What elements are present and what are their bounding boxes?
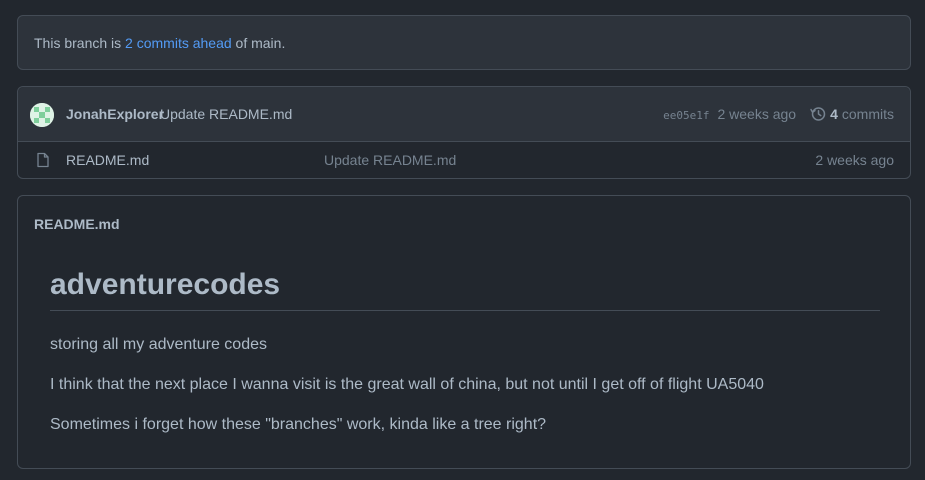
- readme-panel: README.md adventurecodes storing all my …: [17, 195, 911, 469]
- file-icon: [35, 152, 51, 171]
- file-commit-time: 2 weeks ago: [815, 152, 894, 168]
- commits-ahead-link[interactable]: 2 commits ahead: [125, 35, 232, 51]
- readme-header[interactable]: README.md: [34, 216, 120, 232]
- branch-status-prefix: This branch is: [34, 35, 126, 51]
- branch-status-suffix: of main.: [231, 35, 286, 51]
- file-commit-message-link[interactable]: Update README.md: [324, 152, 456, 168]
- readme-paragraph: I think that the next place I wanna visi…: [50, 376, 764, 393]
- readme-paragraph: storing all my adventure codes: [50, 336, 267, 353]
- readme-paragraph: Sometimes i forget how these "branches" …: [50, 416, 547, 433]
- commit-count-label: commits: [841, 106, 894, 122]
- commit-meta: ee05e1f 2 weeks ago 4 commits: [663, 106, 894, 122]
- file-name-link[interactable]: README.md: [66, 152, 149, 168]
- file-row[interactable]: README.md Update README.md 2 weeks ago: [18, 141, 910, 179]
- file-browser: JonahExplorer Update README.md ee05e1f 2…: [17, 86, 911, 179]
- author-avatar[interactable]: [30, 103, 54, 127]
- branch-status-banner: This branch is 2 commits ahead of main.: [17, 15, 911, 70]
- commit-sha[interactable]: ee05e1f: [663, 107, 709, 122]
- commit-count: 4: [830, 106, 838, 122]
- branch-status-text: This branch is 2 commits ahead of main.: [34, 35, 285, 51]
- latest-commit-bar: JonahExplorer Update README.md ee05e1f 2…: [18, 87, 910, 142]
- identicon-avatar: [30, 103, 54, 127]
- commit-message[interactable]: Update README.md: [160, 106, 292, 122]
- commit-history-link[interactable]: 4 commits: [810, 106, 894, 122]
- readme-title: adventurecodes: [50, 268, 880, 311]
- commit-time: 2 weeks ago: [717, 106, 797, 122]
- commit-author[interactable]: JonahExplorer: [66, 106, 164, 122]
- history-icon: [810, 107, 826, 121]
